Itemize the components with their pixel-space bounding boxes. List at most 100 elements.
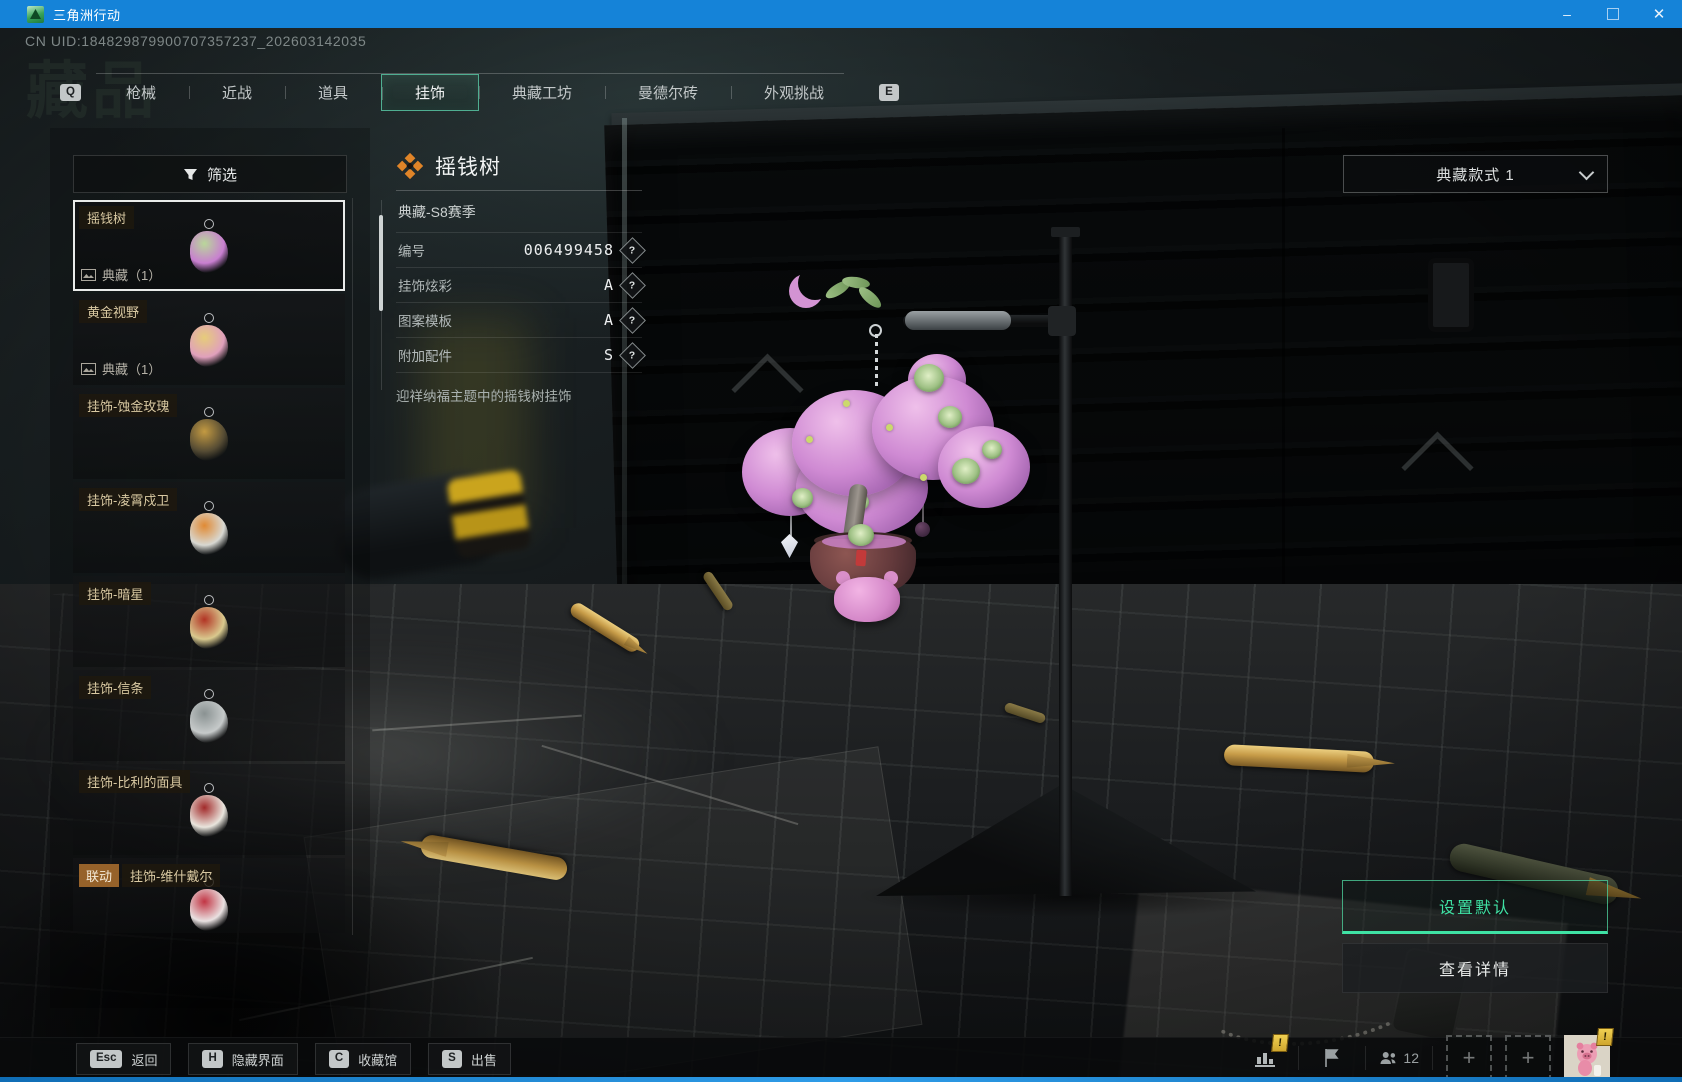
tab-label: 枪械 [125,85,156,102]
maximize-button[interactable] [1590,0,1636,28]
category-tab[interactable]: 典藏工坊 [479,74,605,111]
picture-icon [81,268,96,281]
help-icon[interactable]: ? [619,341,646,369]
filter-button[interactable]: 筛选 [73,155,347,193]
tab-label: 挂饰 [415,85,446,102]
empty-slot[interactable]: + [1505,1035,1551,1081]
charm-ring-icon [204,594,214,605]
chevron-down-icon [1578,164,1595,181]
charm-ring-icon [204,406,214,417]
charm-list-item[interactable]: 挂饰-凌霄戍卫 [73,482,345,573]
empty-slot[interactable]: + [1446,1035,1492,1081]
tab-label: 典藏工坊 [512,85,573,102]
charm-thumbnail [190,500,228,555]
detail-row: 图案模板 A ? [396,303,646,338]
charm-image [190,230,228,273]
charm-name: 挂饰-维什戴尔 [122,864,221,887]
help-icon[interactable]: ? [619,271,646,299]
sidebar-divider-line [352,198,353,935]
close-button[interactable]: ✕ [1636,0,1682,28]
set-default-button[interactable]: 设置默认 [1342,880,1608,934]
style-dropdown[interactable]: 典藏款式 1 [1343,155,1608,193]
charm-ring-icon [204,218,214,229]
detail-row: 附加配件 S ? [396,338,646,373]
charm-name: 挂饰-信条 [79,676,152,699]
stats-button[interactable]: ! [1245,1034,1289,1075]
separator [1298,1046,1299,1070]
minimize-button[interactable]: – [1544,0,1590,28]
status-icon-group: ! 12 + + ! [1245,1028,1614,1081]
shortcut-button[interactable]: H 隐藏界面 [188,1043,298,1075]
collection-count-badge: 典藏（1） [81,359,161,378]
prev-tab-key-hint: Q [60,83,81,102]
detail-row-value: A [603,276,614,294]
charm-image [190,324,228,367]
charm-list-item[interactable]: 挂饰-蚀金玫瑰 [73,388,345,479]
charm-list-item[interactable]: 摇钱树 典藏（1） [73,200,345,291]
charm-item-labels: 挂饰-比利的面具 [79,770,191,793]
next-tab-key-hint: E [879,83,899,102]
category-tab[interactable]: 道具 [284,74,381,111]
category-tab[interactable]: 外观挑战 [731,74,857,111]
item-description: 迎祥纳福主题中的摇钱树挂饰 [396,389,572,404]
charm-item-labels: 挂饰-凌霄戍卫 [79,488,178,511]
charm-image [190,418,228,461]
view-details-button[interactable]: 查看详情 [1342,943,1608,993]
charm-ring-icon [204,688,214,699]
shortcut-button[interactable]: S 出售 [428,1043,511,1075]
account-uid: CN UID:184829879900707357237_20260314203… [25,33,367,49]
detail-row-label: 图案模板 [398,314,452,329]
charm-item-labels: 联动 挂饰-维什戴尔 [79,864,221,887]
charm-list-item[interactable]: 挂饰-比利的面具 [73,764,345,855]
tab-label: 近战 [221,85,252,102]
item-season: 典藏-S8赛季 [396,191,642,233]
charm-thumbnail [190,312,228,367]
charm-ring-icon [204,500,214,511]
shortcut-button[interactable]: Esc 返回 [76,1043,172,1075]
app-logo-icon [27,5,44,23]
category-tabs: 枪械 近战 道具 挂饰 典藏工坊 曼德尔砖 外观挑战 [93,74,857,111]
category-tab[interactable]: 挂饰 [381,74,480,111]
charm-name: 挂饰-蚀金玫瑰 [79,394,178,417]
collection-count-text: 典藏（1） [102,268,162,283]
shortcut-group: Esc 返回 H 隐藏界面 C 收藏馆 S 出售 [76,1043,511,1075]
detail-row: 编号 006499458 ? [396,233,646,268]
charm-name: 黄金视野 [79,300,148,323]
category-tab[interactable]: 近战 [188,74,285,111]
help-icon[interactable]: ? [619,306,646,334]
separator [1365,1046,1366,1070]
charm-list-item[interactable]: 黄金视野 典藏（1） [73,294,345,385]
charm-image [190,512,228,555]
alert-badge: ! [1596,1028,1614,1046]
window-title: 三角洲行动 [53,7,121,23]
help-icon[interactable]: ? [619,236,646,264]
shortcut-label: 隐藏界面 [231,1052,284,1068]
charm-name: 挂饰-比利的面具 [79,770,191,793]
window-bottom-edge [0,1077,1682,1082]
tab-label: 外观挑战 [764,85,825,102]
charm-name: 挂饰-暗星 [79,582,152,605]
category-tab[interactable]: 曼德尔砖 [605,74,731,111]
detail-scrollbar-thumb[interactable] [379,215,383,311]
player-avatar[interactable]: ! [1564,1028,1614,1081]
shortcut-button[interactable]: C 收藏馆 [314,1043,412,1075]
charm-list-item[interactable]: 挂饰-暗星 [73,576,345,667]
shortcut-keycap: Esc [90,1050,123,1068]
detail-header: 摇钱树 [396,148,642,184]
item-title: 摇钱树 [435,156,501,179]
report-button[interactable] [1312,1041,1352,1075]
detail-row-value: S [603,346,614,364]
collab-tag: 联动 [79,864,120,887]
plus-icon: + [1521,1045,1535,1070]
category-tab[interactable]: 枪械 [93,74,189,111]
charm-ring-icon [204,312,214,323]
charm-image [190,606,228,649]
charm-ring-icon [204,782,214,793]
squad-button[interactable]: 12 [1379,1041,1419,1075]
shortcut-keycap: C [328,1050,350,1068]
charm-list-item[interactable]: 联动 挂饰-维什戴尔 [73,858,345,933]
charm-thumbnail [190,688,228,743]
charm-item-labels: 摇钱树 [79,206,135,229]
charm-list-item[interactable]: 挂饰-信条 [73,670,345,761]
category-tabbar: Q 枪械 近战 道具 挂饰 典藏工坊 曼德尔砖 外观挑战 E [60,74,899,111]
